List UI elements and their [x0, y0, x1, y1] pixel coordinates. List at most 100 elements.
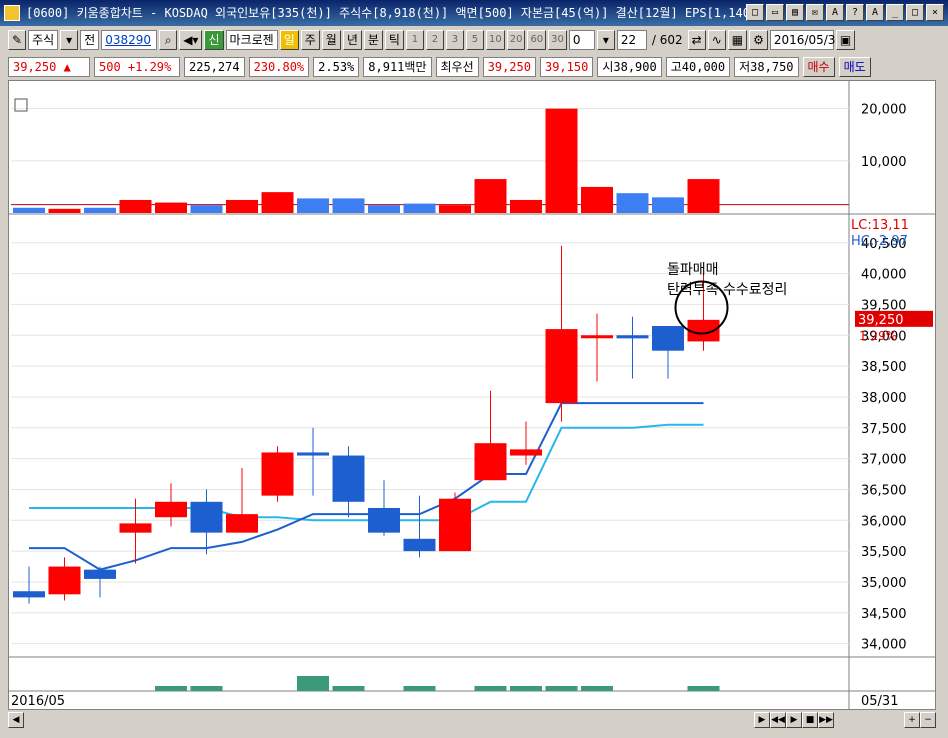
speaker-icon[interactable]: ◀▾ [179, 30, 203, 50]
app-icon [4, 5, 20, 21]
volume-ratio: 230.80% [248, 57, 310, 77]
price-tick-label: 37,500 [861, 422, 907, 437]
candle-body [510, 449, 542, 456]
indicator-bar [297, 676, 329, 691]
rewind-button[interactable]: ◀◀ [770, 712, 786, 728]
text-button[interactable]: A [866, 4, 884, 21]
minute-30[interactable]: 30 [548, 30, 567, 50]
date-label-start: 2016/05 [11, 694, 65, 709]
date-input[interactable]: 2016/05/3 [769, 30, 835, 50]
candle-body [545, 329, 578, 404]
price-tick-label: 34,500 [861, 607, 907, 622]
minute-1[interactable]: 1 [405, 30, 424, 50]
best-bid-label: 최우선 [435, 57, 479, 77]
trade-amount: 8,911백만 [363, 57, 432, 77]
candle-body [190, 501, 223, 533]
period-tick[interactable]: 틱 [384, 30, 404, 50]
market-select[interactable]: 주식 [28, 30, 59, 50]
titlebar-buttons: □ ▭ ▤ ✉ A ? A _ □ × [746, 4, 944, 21]
indicator-bar [581, 686, 613, 691]
candlestick-chart[interactable]: 20,00010,00040,50040,00039,50039,00038,5… [9, 81, 935, 709]
chevron-down-icon[interactable]: ▾ [596, 30, 615, 50]
close-button[interactable]: × [926, 4, 944, 21]
price-tick-label: 36,500 [861, 483, 907, 498]
image-icon[interactable]: ▦ [727, 30, 748, 50]
candle-body [297, 452, 329, 456]
grid-button[interactable]: ▤ [786, 4, 804, 21]
search-icon[interactable]: ⌕ [159, 30, 178, 50]
period-year[interactable]: 년 [342, 30, 362, 50]
stock-code-input[interactable]: 038290 [101, 30, 158, 50]
message-button[interactable]: ✉ [806, 4, 824, 21]
minute-10[interactable]: 10 [485, 30, 505, 50]
volume-bar [332, 198, 365, 213]
volume-bar [545, 108, 578, 213]
transfer-icon[interactable]: ⇄ [687, 30, 706, 50]
price-tick-label: 36,000 [861, 514, 907, 529]
candle-body [84, 569, 116, 579]
annotation-text: 탄력부족 수수료정리 [667, 282, 787, 298]
price-tick-label: 34,000 [861, 638, 907, 653]
low-price: 저38,750 [734, 57, 799, 77]
minute-60[interactable]: 60 [527, 30, 547, 50]
period-week[interactable]: 주 [300, 30, 320, 50]
gear-icon[interactable]: ⚙ [749, 30, 768, 50]
grid-toggle-icon[interactable] [14, 98, 28, 112]
minute-3[interactable]: 3 [445, 30, 464, 50]
layout-button[interactable]: ▭ [766, 4, 784, 21]
period-minute[interactable]: 분 [363, 30, 383, 50]
total-count: / 602 [651, 33, 683, 47]
chart-area[interactable]: 20,000 10,000 40,500 40,000 39,500 39,000 38,5… [8, 80, 936, 710]
period-month[interactable]: 월 [321, 30, 341, 50]
minute-20[interactable]: 20 [506, 30, 526, 50]
chart-line-icon[interactable]: ∿ [707, 30, 726, 50]
zoom-out-icon[interactable]: − [920, 712, 936, 728]
candle-body [652, 326, 684, 351]
volume-bar [84, 207, 116, 213]
chevron-down-icon[interactable]: ▾ [60, 30, 79, 50]
restore-button[interactable]: □ [746, 4, 764, 21]
help-button[interactable]: ? [846, 4, 864, 21]
pin-icon[interactable]: ✎ [8, 30, 27, 50]
ask-price: 39,250 [482, 57, 536, 77]
lc-label: LC:13,11 [851, 218, 909, 233]
minute-5[interactable]: 5 [465, 30, 484, 50]
forward-button[interactable]: ▶▶ [818, 712, 834, 728]
buy-button[interactable]: 매수 [802, 57, 835, 77]
chart-window: [0600] 키움종합차트 - KOSDAQ 외국인보유[335(천)] 주식수… [0, 0, 948, 738]
candle-body [13, 591, 45, 598]
current-price-label: 39,250 [858, 313, 904, 328]
volume-bar [226, 199, 258, 213]
sell-button[interactable]: 매도 [838, 57, 871, 77]
stop-button[interactable]: ■ [802, 712, 818, 728]
font-button[interactable]: A [826, 4, 844, 21]
current-price: 39,250 ▲ [8, 57, 90, 77]
price-tick-label: 38,500 [861, 360, 907, 375]
play-button[interactable]: ▶ [786, 712, 802, 728]
zoom-in-icon[interactable]: + [904, 712, 920, 728]
price-change: 500 +1.29% [94, 57, 180, 77]
price-tick-label: 40,000 [861, 268, 907, 283]
period-day[interactable]: 일 [279, 30, 299, 50]
candle-body [261, 452, 294, 496]
minute-2[interactable]: 2 [425, 30, 444, 50]
hc-label: HC:-2,97 [851, 234, 908, 249]
volume-bar [616, 193, 649, 213]
minimize-button[interactable]: _ [886, 4, 904, 21]
price-tick-label: 35,500 [861, 545, 907, 560]
indicator-bar [510, 686, 542, 691]
bid-price: 39,150 [539, 57, 594, 77]
volume-bar [474, 179, 507, 213]
scroll-left-button[interactable]: ◀ [8, 712, 24, 728]
scroll-right-button[interactable]: ▶ [754, 712, 770, 728]
chart-scrollbar[interactable]: ◀ ▶ ◀◀ ▶ ■ ▶▶ + − [8, 710, 936, 730]
count-input[interactable]: 22 [616, 30, 647, 50]
price-tick-label: 35,000 [861, 576, 907, 591]
volume-bar [119, 199, 152, 213]
maximize-button[interactable]: □ [906, 4, 924, 21]
candle-body [48, 566, 81, 595]
volume-bar [403, 203, 436, 213]
minute-custom-input[interactable]: 0 [568, 30, 595, 50]
calendar-icon[interactable]: ▣ [835, 30, 856, 50]
volume-bar [368, 205, 400, 213]
